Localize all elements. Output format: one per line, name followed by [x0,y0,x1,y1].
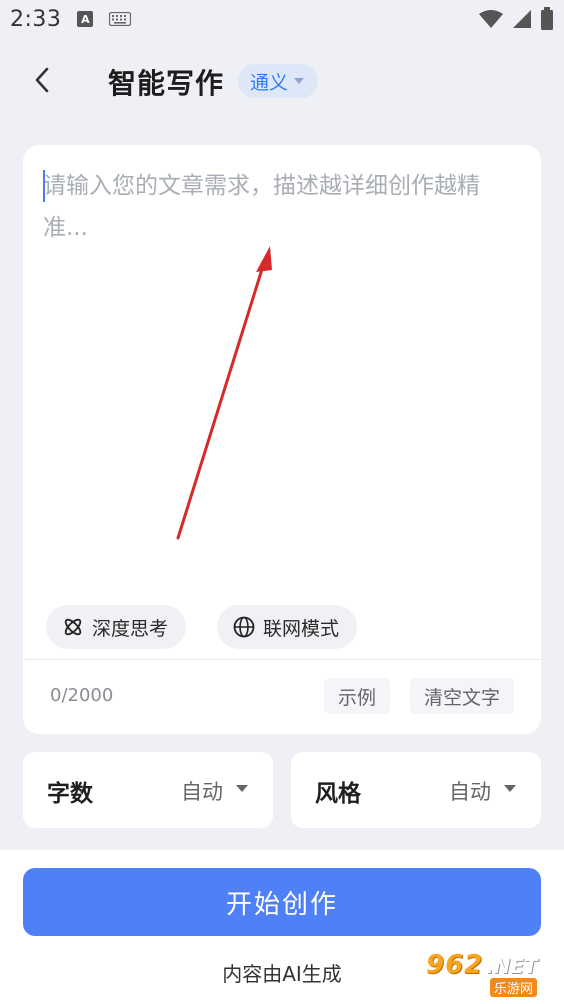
page-title: 智能写作 [108,67,225,100]
watermark-domain: .NET [486,954,538,978]
status-time: 2:33 [10,6,62,32]
divider [23,659,541,660]
globe-icon [233,616,255,638]
chevron-left-icon [35,67,49,93]
status-right [478,7,554,31]
deep-think-toggle[interactable]: 深度思考 [46,605,187,649]
back-button[interactable] [22,60,62,100]
clear-text-button[interactable]: 清空文字 [410,678,515,714]
caret-down-icon [236,785,248,792]
char-count: 0/2000 [50,685,114,706]
word-count-value: 自动 [181,780,223,804]
battery-icon [541,7,553,30]
word-count-title: 字数 [47,781,93,807]
signal-icon [513,10,531,28]
app-screen: 2:33 A 智能写作 通义 请输入您的文章需求，描述越详细创作越精准... 深… [0,0,564,1004]
watermark-number: 962 [426,950,484,980]
deep-think-label: 深度思考 [92,617,169,640]
prompt-card: 深度思考 联网模式 0/2000 示例 清空文字 [23,145,541,734]
model-selector[interactable]: 通义 [238,64,319,98]
web-mode-toggle[interactable]: 联网模式 [217,605,358,649]
caret-down-icon [504,785,516,792]
wifi-icon [479,10,503,28]
style-selector[interactable]: 风格 自动 [291,752,541,828]
start-writing-button[interactable]: 开始创作 [23,868,541,936]
watermark-logo: 962 .NET 乐游网 [416,948,556,998]
example-button[interactable]: 示例 [324,678,391,714]
prompt-input[interactable] [43,165,521,585]
atom-icon [64,618,82,636]
keyboard-icon [109,12,132,26]
text-caret [43,170,45,202]
status-bar: 2:33 A [0,0,564,38]
caret-down-icon [294,77,305,84]
web-mode-label: 联网模式 [263,617,340,640]
model-selector-label: 通义 [250,71,289,94]
notification-a-icon: A [77,11,94,27]
watermark-sub: 乐游网 [490,978,538,997]
style-value: 自动 [449,780,491,804]
header: 智能写作 通义 [0,52,564,110]
word-count-selector[interactable]: 字数 自动 [23,752,273,828]
style-title: 风格 [315,781,361,807]
